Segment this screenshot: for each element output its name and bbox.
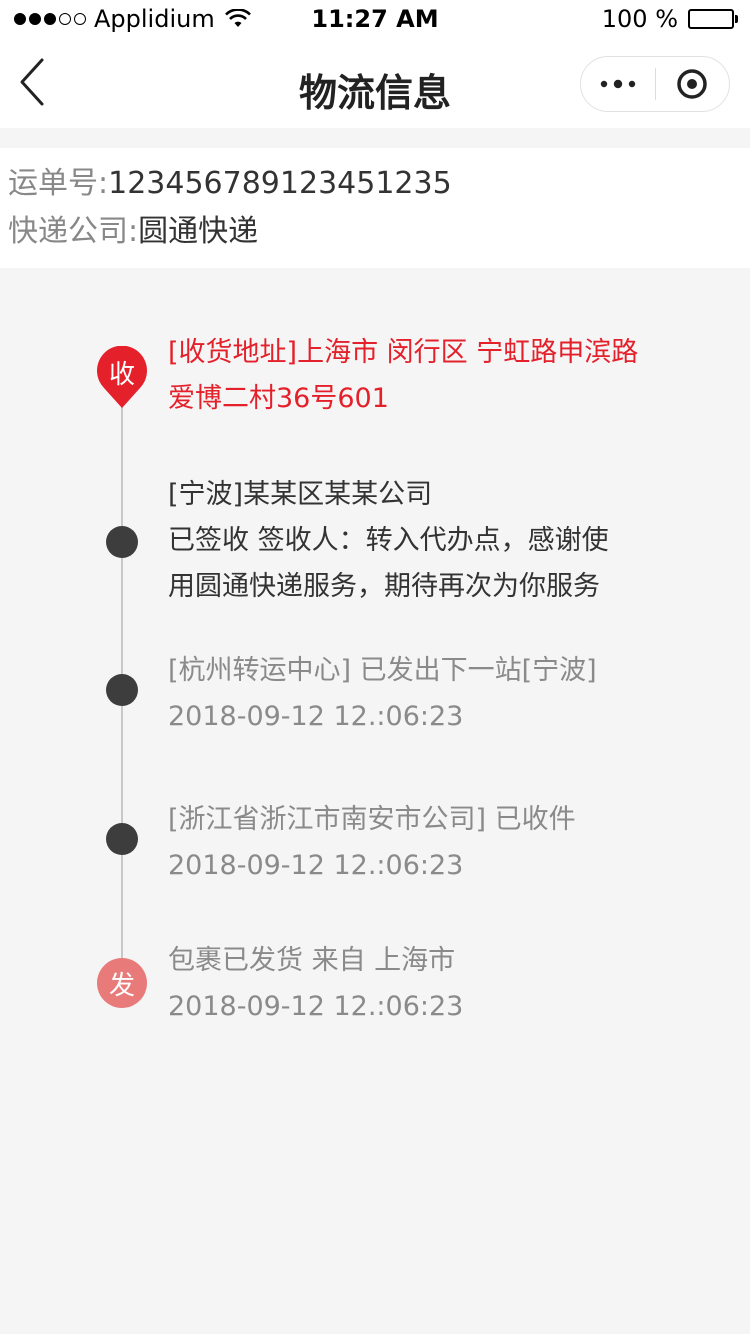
timeline-event: [杭州转运中心] 已发出下一站[宁波] 2018-09-12 12.:06:23 [168,648,688,740]
timeline-dot [106,674,138,706]
close-miniprogram-button[interactable] [656,57,730,111]
event-timestamp: 2018-09-12 12.:06:23 [168,850,464,881]
address-line-1: [收货地址]上海市 闵行区 宁虹路申滨路 [168,337,639,368]
timeline-dot [106,526,138,558]
send-badge-label: 发 [108,970,135,1001]
company-name: 圆通快递 [138,214,259,249]
tracking-label: 运单号: [8,166,109,201]
event-timestamp: 2018-09-12 12.:06:23 [168,701,464,732]
battery-icon [688,9,738,29]
event-detail: 已签收 签收人：转入代办点，感谢使 [168,525,609,556]
capsule-menu [580,56,730,112]
tracking-number: 123456789123451235 [108,166,452,201]
timeline-event: [宁波]某某区某某公司 已签收 签收人：转入代办点，感谢使 用圆通快递服务，期待… [168,472,688,610]
receive-pin-icon: 收 [96,345,148,410]
more-icon [600,79,635,89]
shipment-info-card: 运单号:123456789123451235 快递公司:圆通快递 [0,148,750,268]
chevron-left-icon [20,58,44,106]
event-description: 包裹已发货 来自 上海市 [168,945,456,976]
event-description: [杭州转运中心] 已发出下一站[宁波] [168,655,597,686]
event-description: [浙江省浙江市南安市公司] 已收件 [168,804,576,835]
battery-percent: 100 % [601,5,678,33]
send-badge: 发 [97,958,147,1008]
status-right: 100 % [601,5,738,33]
back-button[interactable] [10,52,60,112]
receive-badge-label: 收 [108,360,135,390]
target-icon [677,69,707,99]
event-timestamp: 2018-09-12 12.:06:23 [168,991,464,1022]
event-location: [宁波]某某区某某公司 [168,479,433,510]
tracking-row: 运单号:123456789123451235 [8,164,452,204]
status-bar: Applidium 11:27 AM 100 % [0,0,750,40]
timeline-event: [浙江省浙江市南安市公司] 已收件 2018-09-12 12.:06:23 [168,797,688,889]
timeline-event: 包裹已发货 来自 上海市 2018-09-12 12.:06:23 [168,938,688,1030]
company-row: 快递公司:圆通快递 [8,212,258,252]
company-label: 快递公司: [8,214,139,249]
event-detail: 用圆通快递服务，期待再次为你服务 [168,571,600,602]
nav-bar: 物流信息 [0,40,750,128]
delivery-address: [收货地址]上海市 闵行区 宁虹路申滨路 爱博二村36号601 [168,330,688,422]
address-line-2: 爱博二村36号601 [168,383,389,414]
timeline-dot [106,823,138,855]
more-button[interactable] [581,57,655,111]
